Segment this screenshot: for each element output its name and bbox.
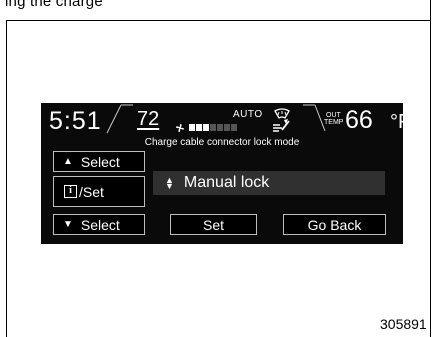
set-temperature: 72 — [137, 108, 160, 130]
outside-temperature: 66 — [345, 106, 373, 134]
triangle-up-icon: ▲ — [63, 156, 73, 167]
page-text-fragment: ing the charge — [0, 0, 436, 22]
triangle-down-icon: ▼ — [63, 219, 73, 230]
fan-speed-segment — [224, 124, 230, 131]
fan-speed-segment — [196, 124, 202, 131]
auto-label: AUTO — [233, 109, 263, 120]
up-down-arrows-icon: ▲ ▼ — [165, 175, 174, 191]
out-label-line1: OUT — [326, 112, 341, 119]
select-down-button[interactable]: ▼ Select — [53, 214, 145, 235]
fan-speed-bars — [189, 124, 237, 131]
clock: 5:51 — [49, 107, 102, 135]
select-up-button[interactable]: ▲ Select — [53, 151, 145, 172]
fan-speed-segment — [210, 124, 216, 131]
temperature-unit: °F — [390, 111, 403, 133]
lock-mode-option[interactable]: ▲ ▼ Manual lock — [153, 171, 385, 195]
select-up-label: Select — [80, 153, 120, 170]
set-button[interactable]: Set — [170, 214, 257, 235]
info-set-label: /Set — [79, 183, 104, 200]
out-label-line2: TEMP — [324, 119, 344, 126]
defrost-airflow-icon — [273, 108, 290, 132]
cut-off-text: ing the charge — [5, 0, 103, 10]
frame-left-border — [6, 20, 7, 337]
set-label: Set — [202, 216, 224, 233]
fan-speed-segment — [189, 124, 195, 131]
outside-temp-label: OUT TEMP — [324, 112, 343, 126]
go-back-label: Go Back — [307, 216, 362, 233]
fan-speed-segment — [203, 124, 209, 131]
go-back-button[interactable]: Go Back — [283, 214, 386, 235]
info-icon: i — [64, 185, 77, 198]
divider-slash — [106, 104, 133, 134]
option-value: Manual lock — [183, 174, 270, 191]
fan-speed-segment — [231, 124, 237, 131]
fan-speed-segment — [217, 124, 223, 131]
fan-icon — [176, 124, 184, 132]
screen-title: Charge cable connector lock mode — [144, 137, 300, 148]
figure-number: 305891 — [380, 316, 427, 332]
info-set-button[interactable]: i /Set — [53, 176, 145, 207]
frame-top-border — [6, 20, 430, 21]
frame-right-border — [430, 0, 431, 337]
multi-function-display: 5:51 72 AUTO OUT TEMP 66 °F Charge cable… — [41, 103, 403, 244]
select-down-label: Select — [80, 216, 120, 233]
